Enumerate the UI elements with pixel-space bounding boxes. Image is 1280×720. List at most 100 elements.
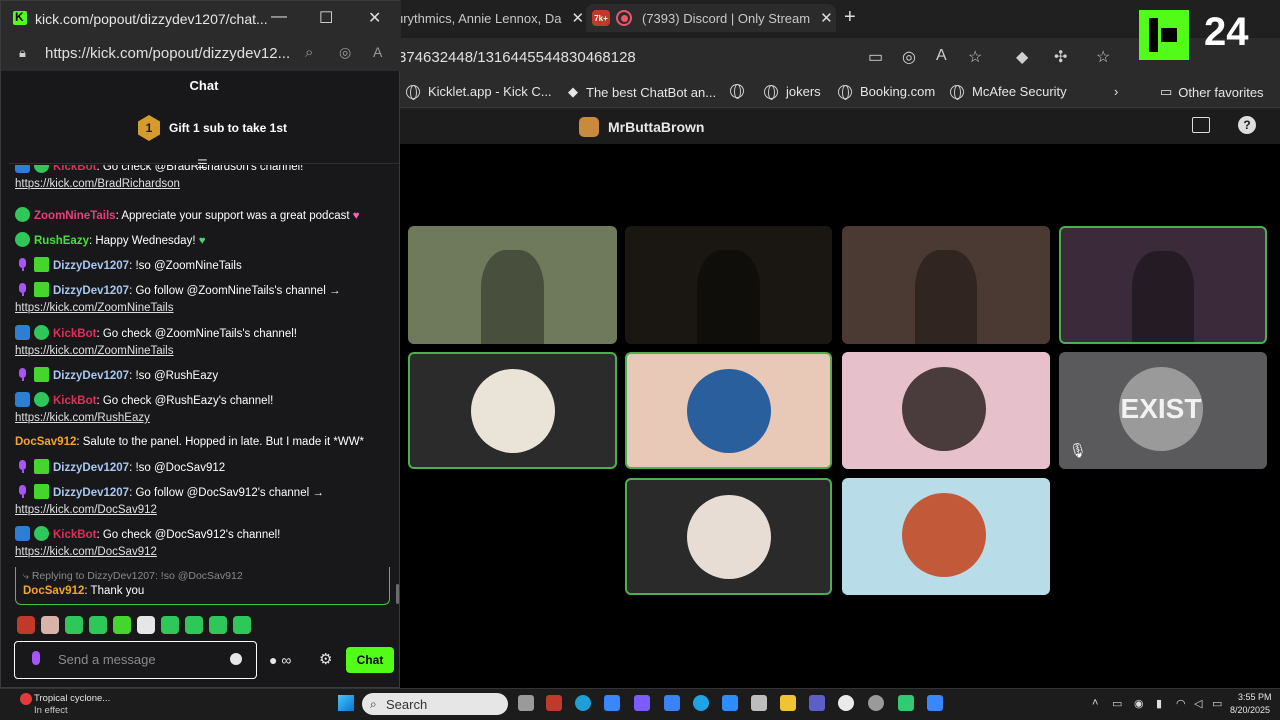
help-icon[interactable]: ? xyxy=(1238,116,1256,134)
emote-icon[interactable] xyxy=(209,616,227,634)
other-favorites[interactable]: ▭ Other favorites xyxy=(1160,84,1264,100)
taskbar-search[interactable] xyxy=(362,693,508,715)
fav-mcafee[interactable]: McAfee Security xyxy=(950,84,1067,100)
emote-icon[interactable] xyxy=(137,616,155,634)
minimize-icon[interactable]: — xyxy=(271,8,287,26)
chat-username[interactable]: KickBot xyxy=(53,328,96,340)
volume-icon[interactable]: ◁ xyxy=(1194,697,1202,710)
fav-kicklet[interactable]: Kicklet.app - Kick C... xyxy=(406,84,552,100)
participant-video-tile[interactable] xyxy=(408,226,617,344)
tracking-icon[interactable]: ◎ xyxy=(339,44,351,61)
participant-avatar-tile[interactable] xyxy=(625,352,832,469)
emote-icon[interactable] xyxy=(41,616,59,634)
maximize-icon[interactable]: ☐ xyxy=(319,8,333,28)
weather-title[interactable]: Tropical cyclone... xyxy=(34,693,110,704)
chat-username[interactable]: DocSav912 xyxy=(15,436,76,448)
close-tab-icon[interactable]: ✕ xyxy=(571,9,584,27)
points-icon[interactable]: ● ∞ xyxy=(269,652,291,668)
screen-share-icon[interactable] xyxy=(1192,117,1210,133)
read-aloud-icon[interactable]: A xyxy=(936,47,947,65)
copilot-icon[interactable] xyxy=(604,695,620,711)
chat-link[interactable]: https://kick.com/DocSav912 xyxy=(15,544,280,561)
chrome-icon[interactable] xyxy=(693,695,709,711)
emote-icon[interactable] xyxy=(65,616,83,634)
favorite-star-icon[interactable]: ☆ xyxy=(968,47,982,67)
chevron-right-icon[interactable]: › xyxy=(1114,84,1118,99)
teams-icon[interactable] xyxy=(809,695,825,711)
chat-link[interactable]: https://kick.com/RushEazy xyxy=(15,410,273,427)
tab-discord[interactable]: 7k+ (7393) Discord | Only Stream ✕ xyxy=(586,4,836,32)
fav-booking[interactable]: Booking.com xyxy=(838,84,935,100)
zoom-app-icon[interactable] xyxy=(722,695,738,711)
favorites-icon[interactable]: ☆ xyxy=(1096,47,1110,67)
chat-username[interactable]: DizzyDev1207 xyxy=(53,487,129,499)
tray-icon[interactable]: ▭ xyxy=(1112,697,1122,710)
fav-jokers[interactable]: jokers xyxy=(764,84,821,100)
zoom-icon[interactable]: ⌕ xyxy=(305,44,313,61)
close-window-icon[interactable]: ✕ xyxy=(368,8,381,28)
app-icon[interactable] xyxy=(664,695,680,711)
start-button[interactable] xyxy=(338,695,354,711)
media-player-icon[interactable] xyxy=(838,695,854,711)
chat-username[interactable]: KickBot xyxy=(53,165,96,173)
scrollbar[interactable] xyxy=(396,584,399,604)
fav-blank[interactable] xyxy=(730,84,752,99)
edge-icon[interactable] xyxy=(575,695,591,711)
chat-link[interactable]: https://kick.com/ZoomNineTails xyxy=(15,300,340,317)
url-text[interactable]: 374632448/1316445544830468128 xyxy=(398,49,636,66)
app-icon[interactable] xyxy=(546,695,562,711)
chevron-up-icon[interactable]: ˄ xyxy=(1092,697,1098,709)
chat-username[interactable]: KickBot xyxy=(53,529,96,541)
clock-time[interactable]: 3:55 PM xyxy=(1238,692,1272,702)
emote-icon[interactable] xyxy=(233,616,251,634)
popout-url[interactable]: https://kick.com/popout/dizzydev12... xyxy=(45,45,290,62)
emote-icon[interactable] xyxy=(185,616,203,634)
chat-username[interactable]: RushEazy xyxy=(34,235,89,247)
weather-alert-icon[interactable] xyxy=(20,693,32,705)
tracking-prevention-icon[interactable]: ◎ xyxy=(902,47,916,67)
emote-icon[interactable] xyxy=(89,616,107,634)
extension-diamond-icon[interactable]: ◆ xyxy=(1016,47,1028,67)
chat-link[interactable]: https://kick.com/BradRichardson xyxy=(15,176,303,193)
file-explorer-icon[interactable] xyxy=(780,695,796,711)
steam-icon[interactable] xyxy=(868,695,884,711)
emote-icon[interactable] xyxy=(161,616,179,634)
participant-avatar-tile[interactable] xyxy=(408,352,617,469)
emoji-icon[interactable] xyxy=(230,653,242,665)
chat-username[interactable]: ZoomNineTails xyxy=(34,210,116,222)
clock-date[interactable]: 8/20/2025 xyxy=(1230,705,1270,715)
chat-link[interactable]: https://kick.com/ZoomNineTails xyxy=(15,343,297,360)
task-view-icon[interactable] xyxy=(518,695,534,711)
chat-username[interactable]: KickBot xyxy=(53,395,96,407)
participant-avatar-tile[interactable] xyxy=(842,478,1050,595)
tray-icon[interactable]: ◉ xyxy=(1134,697,1144,710)
chat-username[interactable]: DizzyDev1207 xyxy=(53,285,129,297)
participant-video-tile[interactable] xyxy=(1059,226,1267,344)
chat-link[interactable]: https://kick.com/DocSav912 xyxy=(15,502,324,519)
fav-chatbot[interactable]: ◆ The best ChatBot an... xyxy=(568,84,716,100)
reply-username[interactable]: DocSav912 xyxy=(23,585,84,597)
chat-username[interactable]: DizzyDev1207 xyxy=(53,462,129,474)
tab-eurythmics[interactable]: urythmics, Annie Lennox, Da ✕ xyxy=(396,4,584,32)
search-label[interactable]: Search xyxy=(386,697,427,712)
input-placeholder[interactable]: Send a message xyxy=(58,652,156,667)
video-icon[interactable]: ▭ xyxy=(868,47,883,67)
app-icon[interactable] xyxy=(634,695,650,711)
participant-video-tile[interactable] xyxy=(625,226,832,344)
participant-avatar-tile[interactable] xyxy=(842,352,1050,469)
mic-tray-icon[interactable]: ▮ xyxy=(1156,697,1162,710)
extensions-icon[interactable]: ✣ xyxy=(1054,47,1067,67)
emote-icon[interactable] xyxy=(17,616,35,634)
battery-icon[interactable]: ▭ xyxy=(1212,697,1222,710)
participant-avatar-tile[interactable] xyxy=(625,478,832,595)
chat-username[interactable]: DizzyDev1207 xyxy=(53,370,129,382)
read-aloud-icon[interactable]: A xyxy=(373,44,382,60)
wifi-icon[interactable]: ◠ xyxy=(1176,697,1186,710)
app-icon[interactable] xyxy=(927,695,943,711)
store-icon[interactable] xyxy=(751,695,767,711)
gift-leaderboard[interactable]: 1 Gift 1 sub to take 1st xyxy=(138,115,287,141)
send-chat-button[interactable]: Chat xyxy=(346,647,394,673)
participant-avatar-tile[interactable]: EXIST 🎙︎ xyxy=(1059,352,1267,469)
participant-video-tile[interactable] xyxy=(842,226,1050,344)
chat-username[interactable]: DizzyDev1207 xyxy=(53,260,129,272)
